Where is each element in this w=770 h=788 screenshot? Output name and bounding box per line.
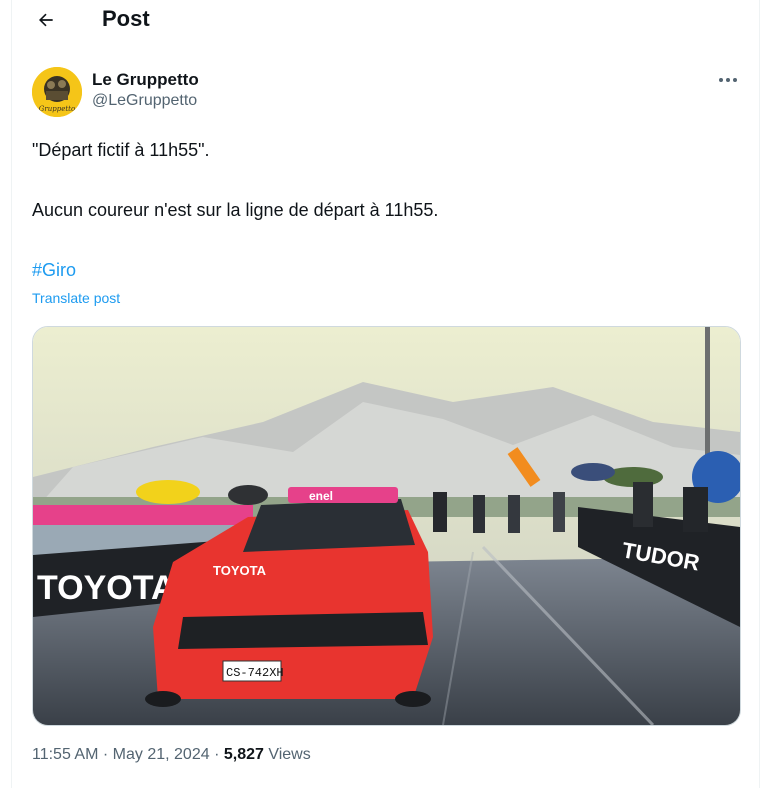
author-name[interactable]: Le Gruppetto [92,70,199,90]
post-time[interactable]: 11:55 AM [32,746,98,763]
views-count: 5,827 [223,746,264,763]
hashtag-link[interactable]: #Giro [32,258,76,282]
post-date[interactable]: May 21, 2024 [113,746,210,763]
avatar-logo: Gruppetto [32,67,82,117]
avatar[interactable]: Gruppetto [32,67,82,117]
back-arrow-icon [39,13,53,27]
license-plate-text: CS-742XH [226,666,284,680]
more-options-icon [719,78,737,82]
more-options-button[interactable] [715,70,741,90]
svg-text:Gruppetto: Gruppetto [39,105,75,113]
header: Post [12,0,759,40]
post-text-line-1: "Départ fictif à 11h55". [32,140,210,160]
views-label: Views [268,746,311,763]
translate-post-link[interactable]: Translate post [32,290,120,306]
post-text-line-2: Aucun coureur n'est sur la ligne de dépa… [32,200,439,220]
post-view: Post Gruppetto Le Gruppetto @LeGruppetto… [11,0,760,788]
car-brand-text: TOYOTA [213,563,267,578]
car-sponsor-text: enel [309,489,333,503]
post-image[interactable]: TOYOTA TUDOR enel TOYOTA CS-742XH [32,326,741,726]
post-meta: 11:55 AM · May 21, 2024 · 5,827 Views [32,746,311,764]
toyota-banner-text: TOYOTA [37,569,176,607]
meta-separator: · [214,746,220,763]
author-block: Le Gruppetto @LeGruppetto [92,70,199,112]
meta-separator: · [102,746,109,763]
race-start-photo: TOYOTA TUDOR enel TOYOTA CS-742XH [33,327,740,725]
page-title: Post [102,6,150,31]
back-button[interactable] [32,6,60,34]
author-handle[interactable]: @LeGruppetto [92,90,199,112]
